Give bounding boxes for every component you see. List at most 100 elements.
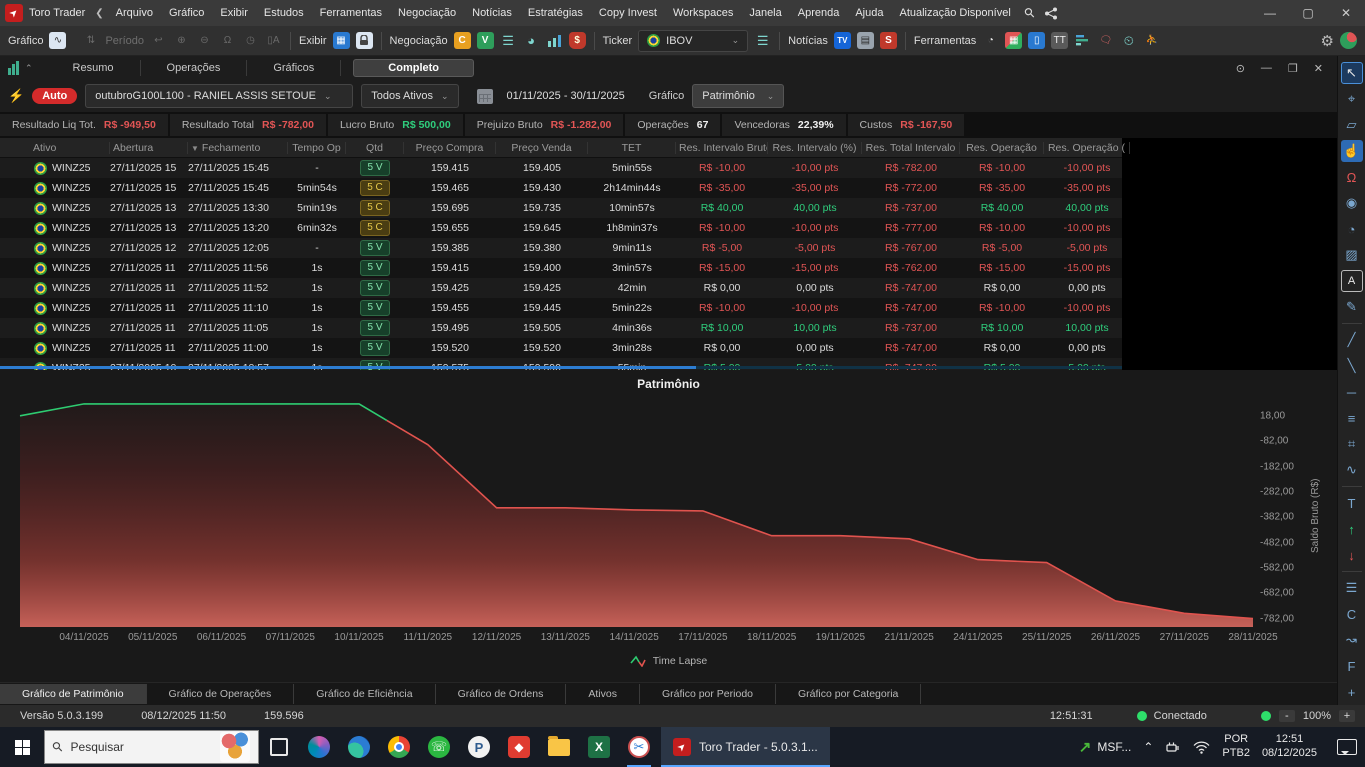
menu-item-12[interactable]: Ajuda [855, 7, 883, 19]
tv-news-icon[interactable]: TV [834, 32, 851, 49]
parallel-lines-tool-icon[interactable]: ≡ [1341, 407, 1363, 429]
user-avatar[interactable] [1340, 32, 1357, 49]
draw-tool-icon[interactable]: ✎ [1341, 296, 1363, 318]
strategy-select[interactable]: outubroG100L100 - RANIEL ASSIS SETOUE ⌄ [85, 84, 353, 108]
bottom-tab-1[interactable]: Gráfico de Operações [147, 684, 295, 704]
date-range[interactable]: 01/11/2025 - 30/11/2025 [507, 90, 625, 102]
menu-item-2[interactable]: Exibir [220, 7, 248, 19]
chrome-app-icon[interactable] [379, 727, 419, 767]
table-row[interactable]: WINZ2527/11/2025 1527/11/2025 15:455min5… [0, 178, 1122, 198]
magnet-tool-icon[interactable]: Ω [1341, 166, 1363, 188]
sell-order-icon[interactable]: V [477, 32, 494, 49]
analytics-person-icon[interactable]: ⛹ [1143, 32, 1160, 49]
table-row[interactable]: WINZ2527/11/2025 1227/11/2025 12:05-5 V1… [0, 238, 1122, 258]
menu-item-5[interactable]: Negociação [398, 7, 456, 19]
panel-chart-icon[interactable] [8, 61, 19, 75]
assets-filter-select[interactable]: Todos Ativos ⌄ [361, 84, 458, 108]
forecast-tool-icon[interactable]: ↝ [1341, 629, 1363, 651]
tab-completo[interactable]: Completo [353, 59, 474, 77]
whatsapp-app-icon[interactable]: ☏ [419, 727, 459, 767]
col-header-7[interactable]: Preço Venda [496, 142, 588, 154]
positions-pie-icon[interactable]: ◕ [523, 32, 540, 49]
layers-tool-icon[interactable]: ☰ [1341, 577, 1363, 599]
chart-type-select[interactable]: Patrimônio ⌄ [692, 84, 784, 108]
zoom-out-button[interactable]: - [1279, 710, 1295, 722]
fibonacci-tool-icon[interactable]: F [1341, 655, 1363, 677]
bottom-tab-4[interactable]: Ativos [566, 684, 640, 704]
postgresql-app-icon[interactable]: P [459, 727, 499, 767]
table-row[interactable]: WINZ2527/11/2025 1127/11/2025 11:001s5 V… [0, 338, 1122, 358]
trend-line-tool-icon[interactable]: ╱ [1341, 329, 1363, 351]
col-header-10[interactable]: Res. Intervalo (%) [768, 142, 862, 154]
s-news-icon[interactable]: S [880, 32, 897, 49]
timer-icon[interactable]: ◔ [982, 32, 999, 49]
panel-collapse-icon[interactable]: ⌃ [25, 63, 33, 74]
task-view-button[interactable] [259, 727, 299, 767]
file-explorer-icon[interactable] [539, 727, 579, 767]
menu-item-11[interactable]: Aprenda [798, 7, 840, 19]
panel-restore-icon[interactable]: ❐ [1288, 62, 1298, 75]
col-header-11[interactable]: Res. Total Intervalo [862, 142, 960, 154]
cycle-tool-icon[interactable]: C [1341, 603, 1363, 625]
move-tool-icon[interactable]: ⌖ [1341, 88, 1363, 110]
notes-icon[interactable]: ▯ [1028, 32, 1045, 49]
bottom-tab-0[interactable]: Gráfico de Patrimônio [0, 684, 147, 704]
bottom-tab-3[interactable]: Gráfico de Ordens [436, 684, 567, 704]
msf-tray-app[interactable]: ↗ MSF... [1079, 738, 1132, 756]
window-maximize-button[interactable]: ▢ [1289, 0, 1327, 26]
col-header-13[interactable]: Res. Operação ( [1044, 142, 1130, 154]
menu-item-9[interactable]: Workspaces [673, 7, 733, 19]
search-icon[interactable]: ⚲ [1021, 4, 1039, 22]
wifi-icon[interactable] [1193, 741, 1210, 754]
table-row[interactable]: WINZ2527/11/2025 1327/11/2025 13:206min3… [0, 218, 1122, 238]
chart-edit-tool-icon[interactable]: ▨ [1341, 244, 1363, 266]
tab-resumo[interactable]: Resumo [47, 60, 141, 76]
notification-center-icon[interactable] [1337, 739, 1357, 755]
snipping-tool-icon[interactable]: ✂ [619, 727, 659, 767]
menu-item-7[interactable]: Estratégias [528, 7, 583, 19]
panel-minimize-icon[interactable]: — [1261, 62, 1272, 74]
table-row[interactable]: WINZ2527/11/2025 1127/11/2025 11:521s5 V… [0, 278, 1122, 298]
tab-operacoes[interactable]: Operações [141, 60, 248, 76]
ray-line-tool-icon[interactable]: ╲ [1341, 355, 1363, 377]
order-book-icon[interactable]: ☰ [500, 32, 517, 49]
col-header-3[interactable]: ▼Fechamento [188, 142, 288, 154]
toro-trader-taskbar-button[interactable]: ➤ Toro Trader - 5.0.3.1... [661, 727, 830, 767]
arrow-down-marker-icon[interactable]: ↓ [1341, 544, 1363, 566]
alarm-clock-icon[interactable]: ⏲ [1120, 32, 1137, 49]
table-horizontal-scrollbar[interactable] [0, 366, 1122, 369]
settings-gear-icon[interactable]: ⚙ [1321, 32, 1334, 50]
share-icon[interactable] [1044, 7, 1058, 20]
col-header-5[interactable]: Qtd [346, 142, 404, 154]
col-header-4[interactable]: Tempo Op [288, 142, 346, 154]
table-row[interactable]: WINZ2527/11/2025 1527/11/2025 15:45-5 V1… [0, 158, 1122, 178]
chat-icon[interactable]: 🗨 [1097, 32, 1114, 49]
menu-item-6[interactable]: Notícias [472, 7, 512, 19]
red-diamond-app-icon[interactable]: ◆ [499, 727, 539, 767]
fill-tool-icon[interactable]: ◔ [1341, 218, 1363, 240]
arrow-up-marker-icon[interactable]: ↑ [1341, 518, 1363, 540]
tab-graficos[interactable]: Gráficos [247, 60, 341, 76]
text-tool-icon[interactable]: T [1341, 492, 1363, 514]
col-header-12[interactable]: Res. Operação [960, 142, 1044, 154]
window-close-button[interactable]: ✕ [1327, 0, 1365, 26]
ticker-list-icon[interactable]: ☰ [754, 32, 771, 49]
clock-date[interactable]: 12:5108/12/2025 [1262, 733, 1317, 761]
cursor-tool-icon[interactable]: ↖ [1341, 62, 1363, 84]
panel-close-icon[interactable]: ✕ [1314, 62, 1323, 75]
edge-app-icon[interactable] [339, 727, 379, 767]
tray-expand-icon[interactable]: ⌃ [1143, 740, 1153, 754]
window-minimize-button[interactable]: — [1251, 0, 1289, 26]
tt-tool-icon[interactable]: TT [1051, 32, 1068, 49]
hand-pan-tool-icon[interactable]: ☝ [1341, 140, 1363, 162]
auto-badge[interactable]: Auto [32, 88, 77, 104]
excel-app-icon[interactable]: X [579, 727, 619, 767]
col-header-8[interactable]: TET [588, 142, 676, 154]
lock-layout-icon[interactable] [356, 32, 373, 49]
equity-curve-chart[interactable] [0, 395, 1337, 627]
menu-item-3[interactable]: Estudos [264, 7, 304, 19]
ticker-select[interactable]: IBOV ⌄ [638, 30, 748, 52]
collapse-menu-icon[interactable]: ❮ [95, 8, 103, 19]
copilot-app-icon[interactable] [299, 727, 339, 767]
menu-item-8[interactable]: Copy Invest [599, 7, 657, 19]
